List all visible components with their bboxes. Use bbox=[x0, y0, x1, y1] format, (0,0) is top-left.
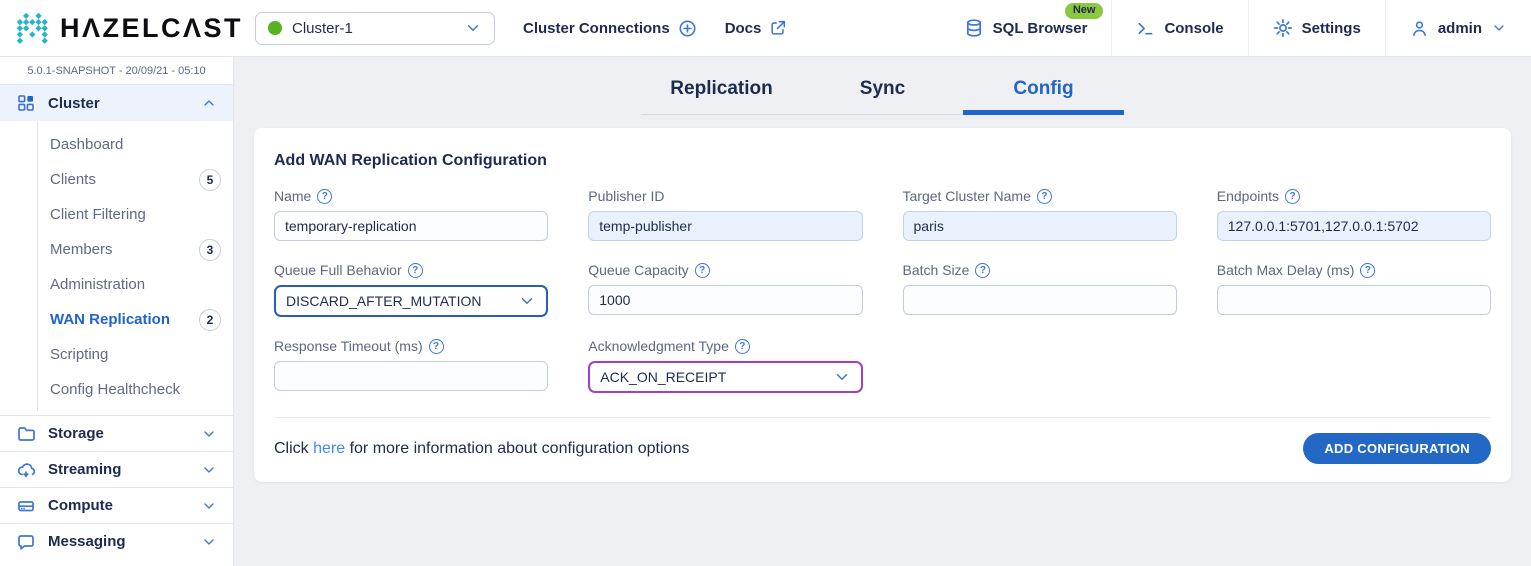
queue-full-behavior-select[interactable]: DISCARD_AFTER_MUTATION bbox=[274, 285, 548, 317]
circle-plus-icon bbox=[678, 19, 697, 38]
sidebar-item-client-filtering[interactable]: Client Filtering bbox=[0, 197, 233, 232]
compute-drive-icon bbox=[16, 496, 36, 516]
batch-max-delay-input[interactable] bbox=[1217, 285, 1491, 315]
chat-bubble-icon bbox=[16, 532, 36, 552]
field-queue-full-behavior: Queue Full Behavior ? DISCARD_AFTER_MUTA… bbox=[274, 262, 548, 317]
tab-replication[interactable]: Replication bbox=[641, 78, 802, 115]
field-name: Name ? bbox=[274, 188, 548, 241]
user-icon bbox=[1410, 19, 1429, 38]
more-info-text: Click here for more information about co… bbox=[274, 440, 689, 458]
chevron-down-icon bbox=[201, 534, 217, 550]
help-icon[interactable]: ? bbox=[408, 263, 423, 278]
hazelcast-logo: HΛZELCΛST bbox=[0, 0, 255, 56]
sidebar-section-streaming[interactable]: Streaming bbox=[0, 451, 233, 487]
cluster-selector-value: Cluster-1 bbox=[292, 20, 353, 37]
count-badge: 3 bbox=[199, 239, 221, 261]
batch-size-input[interactable] bbox=[903, 285, 1177, 315]
folder-icon bbox=[16, 424, 36, 444]
help-icon[interactable]: ? bbox=[735, 339, 750, 354]
publisher-id-input[interactable] bbox=[588, 211, 862, 241]
sidebar-item-administration[interactable]: Administration bbox=[0, 267, 233, 302]
cluster-status-dot bbox=[268, 21, 282, 35]
sidebar-item-wan-replication[interactable]: WAN Replication 2 bbox=[0, 302, 233, 337]
top-bar-actions: New SQL Browser Console Settings admin bbox=[940, 0, 1531, 56]
sidebar-section-cluster[interactable]: Cluster bbox=[0, 85, 233, 121]
wan-config-form: Name ? Publisher ID Target Cluster Name … bbox=[274, 188, 1491, 393]
chevron-down-icon bbox=[518, 292, 536, 310]
cluster-selector-dropdown[interactable]: Cluster-1 bbox=[255, 12, 495, 45]
add-wan-config-card: Add WAN Replication Configuration Name ?… bbox=[254, 128, 1511, 482]
main-content: Replication Sync Config Add WAN Replicat… bbox=[234, 57, 1531, 566]
help-icon[interactable]: ? bbox=[1037, 189, 1052, 204]
sidebar-item-dashboard[interactable]: Dashboard bbox=[0, 127, 233, 162]
sidebar-section-storage[interactable]: Storage bbox=[0, 415, 233, 451]
sidebar-section-messaging[interactable]: Messaging bbox=[0, 523, 233, 559]
sidebar: 5.0.1-SNAPSHOT - 20/09/21 - 05:10 Cluste… bbox=[0, 57, 234, 566]
tab-config[interactable]: Config bbox=[963, 78, 1124, 115]
user-menu[interactable]: admin bbox=[1385, 0, 1531, 56]
help-icon[interactable]: ? bbox=[1360, 263, 1375, 278]
chevron-down-icon bbox=[833, 368, 851, 386]
response-timeout-input[interactable] bbox=[274, 361, 548, 391]
name-input[interactable] bbox=[274, 211, 548, 241]
field-batch-size: Batch Size ? bbox=[903, 262, 1177, 317]
sidebar-item-clients[interactable]: Clients 5 bbox=[0, 162, 233, 197]
help-icon[interactable]: ? bbox=[695, 263, 710, 278]
chevron-down-icon bbox=[464, 19, 482, 37]
database-icon bbox=[964, 18, 984, 38]
cluster-connections-link[interactable]: Cluster Connections bbox=[523, 19, 697, 38]
card-footer: Click here for more information about co… bbox=[274, 433, 1491, 464]
card-divider bbox=[274, 417, 1491, 418]
count-badge: 5 bbox=[199, 169, 221, 191]
terminal-icon bbox=[1136, 19, 1155, 38]
tab-sync[interactable]: Sync bbox=[802, 78, 963, 115]
field-batch-max-delay: Batch Max Delay (ms) ? bbox=[1217, 262, 1491, 317]
here-link[interactable]: here bbox=[313, 440, 345, 457]
sql-browser-button[interactable]: New SQL Browser bbox=[940, 0, 1112, 56]
new-badge: New bbox=[1065, 3, 1104, 19]
hazelcast-logo-icon bbox=[16, 12, 49, 45]
queue-capacity-input[interactable] bbox=[588, 285, 862, 315]
count-badge: 2 bbox=[199, 309, 221, 331]
top-bar: HΛZELCΛST Cluster-1 Cluster Connections … bbox=[0, 0, 1531, 57]
help-icon[interactable]: ? bbox=[317, 189, 332, 204]
chevron-down-icon bbox=[201, 462, 217, 478]
endpoints-input[interactable] bbox=[1217, 211, 1491, 241]
chevron-down-icon bbox=[201, 498, 217, 514]
sidebar-item-members[interactable]: Members 3 bbox=[0, 232, 233, 267]
acknowledgment-type-select[interactable]: ACK_ON_RECEIPT bbox=[588, 361, 862, 393]
help-icon[interactable]: ? bbox=[1285, 189, 1300, 204]
gear-icon bbox=[1273, 18, 1293, 38]
settings-button[interactable]: Settings bbox=[1248, 0, 1385, 56]
card-title: Add WAN Replication Configuration bbox=[274, 152, 1491, 170]
wan-tabs: Replication Sync Config bbox=[234, 78, 1531, 115]
field-publisher-id: Publisher ID bbox=[588, 188, 862, 241]
docs-link[interactable]: Docs bbox=[725, 19, 788, 37]
console-button[interactable]: Console bbox=[1111, 0, 1247, 56]
sidebar-section-compute[interactable]: Compute bbox=[0, 487, 233, 523]
cluster-subnav: Dashboard Clients 5 Client Filtering Mem… bbox=[0, 121, 233, 415]
field-queue-capacity: Queue Capacity ? bbox=[588, 262, 862, 317]
cluster-grid-icon bbox=[16, 93, 36, 113]
field-endpoints: Endpoints ? bbox=[1217, 188, 1491, 241]
field-target-cluster-name: Target Cluster Name ? bbox=[903, 188, 1177, 241]
target-cluster-name-input[interactable] bbox=[903, 211, 1177, 241]
help-icon[interactable]: ? bbox=[429, 339, 444, 354]
sidebar-item-scripting[interactable]: Scripting bbox=[0, 337, 233, 372]
external-link-icon bbox=[769, 19, 787, 37]
cloud-streaming-icon bbox=[16, 460, 36, 480]
field-response-timeout: Response Timeout (ms) ? bbox=[274, 338, 548, 393]
sidebar-item-config-healthcheck[interactable]: Config Healthcheck bbox=[0, 372, 233, 407]
help-icon[interactable]: ? bbox=[975, 263, 990, 278]
chevron-down-icon bbox=[201, 426, 217, 442]
version-label: 5.0.1-SNAPSHOT - 20/09/21 - 05:10 bbox=[0, 57, 233, 85]
chevron-up-icon bbox=[201, 95, 217, 111]
chevron-down-icon bbox=[1491, 20, 1507, 36]
field-acknowledgment-type: Acknowledgment Type ? ACK_ON_RECEIPT bbox=[588, 338, 862, 393]
brand-wordmark: HΛZELCΛST bbox=[60, 13, 243, 44]
add-configuration-button[interactable]: ADD CONFIGURATION bbox=[1303, 433, 1491, 464]
